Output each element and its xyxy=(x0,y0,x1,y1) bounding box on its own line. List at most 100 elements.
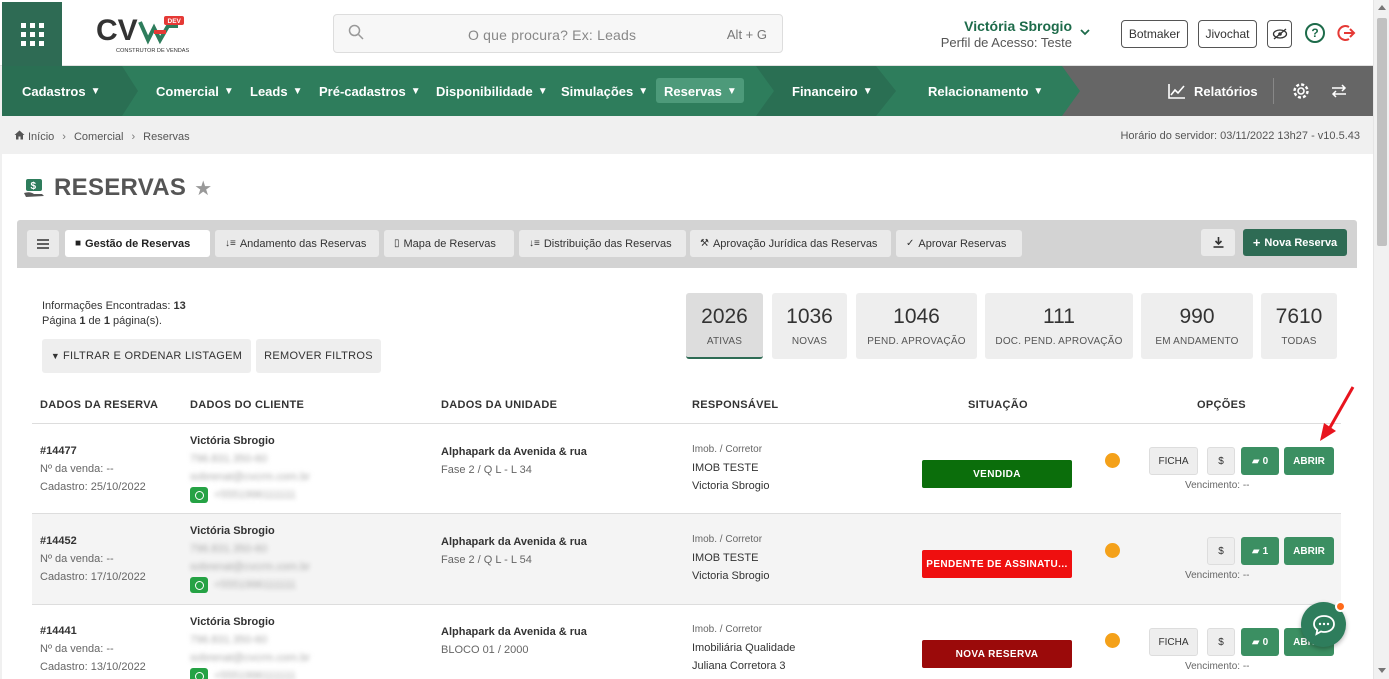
remove-filters-button[interactable]: REMOVER FILTROS xyxy=(256,339,381,373)
tab-aprovar-reservas[interactable]: ✓ Aprovar Reservas xyxy=(896,230,1022,257)
reserva-id[interactable]: #14441 xyxy=(40,622,146,640)
stat-pend-aprovacao[interactable]: 1046 PEND. APROVAÇÃO xyxy=(856,293,977,359)
stat-novas[interactable]: 1036 NOVAS xyxy=(772,293,847,359)
hamburger-menu-button[interactable] xyxy=(27,230,59,257)
apps-menu-button[interactable] xyxy=(2,2,62,66)
financial-button[interactable]: $ xyxy=(1207,537,1235,565)
breadcrumb: Início › Comercial › Reservas xyxy=(14,130,190,143)
tab-gestao-reservas[interactable]: ■ Gestão de Reservas xyxy=(65,230,210,257)
user-menu[interactable]: Victória Sbrogio Perfil de Acesso: Teste xyxy=(941,18,1072,50)
filter-order-button[interactable]: ▼ FILTRAR E ORDENAR LISTAGEM xyxy=(42,339,251,373)
svg-text:DEV: DEV xyxy=(168,18,182,25)
search-placeholder: O que procura? Ex: Leads xyxy=(468,27,637,43)
tab-mapa-reservas[interactable]: ▯ Mapa de Reservas xyxy=(384,230,514,257)
nav-relacionamento[interactable]: Relacionamento ▼ xyxy=(928,66,1043,116)
user-profile: Perfil de Acesso: Teste xyxy=(940,35,1072,50)
user-name: Victória Sbrogio xyxy=(964,18,1072,34)
comments-button[interactable]: ▰ 0 xyxy=(1241,447,1279,475)
help-icon[interactable]: ? xyxy=(1305,23,1325,43)
scroll-up-icon[interactable] xyxy=(1378,5,1386,10)
unit-name: Alphapark da Avenida & rua xyxy=(441,626,587,638)
financial-button[interactable]: $ xyxy=(1207,447,1235,475)
global-search[interactable]: O que procura? Ex: Leads Alt + G xyxy=(333,14,783,53)
chevron-down-icon: ▼ xyxy=(862,85,873,97)
tab-distribuicao-reservas[interactable]: ↓≡ Distribuição das Reservas xyxy=(519,230,686,257)
table-row: #14452 Nº da venda: -- Cadastro: 17/10/2… xyxy=(32,514,1341,604)
chevron-down-icon: ▼ xyxy=(537,85,548,97)
cv-logo[interactable]: CV DEV CONSTRUTOR DE VENDAS xyxy=(94,10,190,56)
nav-disponibilidade[interactable]: Disponibilidade ▼ xyxy=(436,66,548,116)
status-dot xyxy=(1105,453,1120,468)
hide-eye-button[interactable] xyxy=(1267,20,1292,48)
col-header-situacao: SITUAÇÃO xyxy=(968,399,1028,411)
comments-button[interactable]: ▰ 0 xyxy=(1241,628,1279,656)
chat-bubble-icon xyxy=(1312,614,1335,636)
grid-icon xyxy=(20,22,44,46)
breadcrumb-reservas[interactable]: Reservas xyxy=(143,131,189,143)
nav-relatorios[interactable]: Relatórios xyxy=(1168,66,1258,116)
status-badge: PENDENTE DE ASSINATU... xyxy=(922,550,1072,578)
chevron-down-icon: ▼ xyxy=(638,85,649,97)
botmaker-button[interactable]: Botmaker xyxy=(1121,20,1188,48)
ficha-button[interactable]: FICHA xyxy=(1149,628,1198,656)
breadcrumb-inicio[interactable]: Início xyxy=(28,131,54,143)
open-button[interactable]: ABRIR xyxy=(1284,447,1334,475)
stat-ativas[interactable]: 2026 ATIVAS xyxy=(686,293,763,359)
status-dot xyxy=(1105,543,1120,558)
whatsapp-icon[interactable] xyxy=(190,487,208,504)
page-title: $ RESERVAS ★ xyxy=(22,174,212,202)
reserva-id[interactable]: #14477 xyxy=(40,442,146,460)
status-badge: NOVA RESERVA xyxy=(922,640,1072,668)
top-header: CV DEV CONSTRUTOR DE VENDAS O que procur… xyxy=(0,0,1389,66)
comments-button[interactable]: ▰ 1 xyxy=(1241,537,1279,565)
sort-icon: ↓≡ xyxy=(529,238,540,249)
new-reserva-button[interactable]: + Nova Reserva xyxy=(1243,229,1347,256)
client-name: Victória Sbrogio xyxy=(190,525,275,537)
download-button[interactable] xyxy=(1201,229,1235,256)
bookmark-icon: ■ xyxy=(75,238,82,249)
stat-em-andamento[interactable]: 990 EM ANDAMENTO xyxy=(1141,293,1253,359)
nav-cadastros[interactable]: Cadastros ▼ xyxy=(22,66,100,116)
comment-icon: ▰ xyxy=(1251,636,1260,648)
stat-doc-pend-aprovacao[interactable]: 111 DOC. PEND. APROVAÇÃO xyxy=(985,293,1133,359)
main-nav: Cadastros ▼ Comercial ▼ Leads ▼ Pré-cadastr… xyxy=(2,66,1387,116)
swap-button[interactable] xyxy=(1330,66,1348,116)
nav-pre-cadastros[interactable]: Pré-cadastros ▼ xyxy=(319,66,421,116)
scroll-thumb[interactable] xyxy=(1377,18,1387,246)
chevron-down-icon: ▼ xyxy=(292,85,303,97)
col-header-reserva: DADOS DA RESERVA xyxy=(40,399,159,411)
nav-reservas[interactable]: Reservas ▼ xyxy=(664,66,737,116)
financial-button[interactable]: $ xyxy=(1207,628,1235,656)
chevron-down-icon: ▼ xyxy=(90,85,101,97)
ficha-button[interactable]: FICHA xyxy=(1149,447,1198,475)
favorite-star-icon[interactable]: ★ xyxy=(194,176,212,201)
gear-icon xyxy=(1293,83,1309,99)
chevron-down-icon[interactable] xyxy=(1080,25,1090,39)
nav-leads[interactable]: Leads ▼ xyxy=(250,66,302,116)
scroll-down-icon[interactable] xyxy=(1378,668,1386,673)
nav-simulacoes[interactable]: Simulações ▼ xyxy=(561,66,648,116)
whatsapp-icon[interactable] xyxy=(190,668,208,679)
nav-financeiro[interactable]: Financeiro ▼ xyxy=(792,66,873,116)
notification-dot xyxy=(1335,601,1346,612)
nav-comercial[interactable]: Comercial ▼ xyxy=(156,66,234,116)
reserva-id[interactable]: #14452 xyxy=(40,532,146,550)
breadcrumb-comercial[interactable]: Comercial xyxy=(74,131,124,143)
client-name: Victória Sbrogio xyxy=(190,616,275,628)
filter-icon: ▼ xyxy=(50,351,61,361)
jivochat-button[interactable]: Jivochat xyxy=(1198,20,1257,48)
map-icon: ▯ xyxy=(394,238,400,249)
table-row: #14441 Nº da venda: -- Cadastro: 13/10/2… xyxy=(32,605,1341,679)
svg-text:CONSTRUTOR DE VENDAS: CONSTRUTOR DE VENDAS xyxy=(116,48,190,54)
open-button[interactable]: ABRIR xyxy=(1284,537,1334,565)
whatsapp-icon[interactable] xyxy=(190,577,208,594)
tab-aprovacao-juridica[interactable]: ⚒ Aprovação Jurídica das Reservas xyxy=(690,230,891,257)
page-scrollbar[interactable] xyxy=(1373,0,1389,679)
client-name: Victória Sbrogio xyxy=(190,435,275,447)
tab-andamento-reservas[interactable]: ↓≡ Andamento das Reservas xyxy=(215,230,379,257)
chevron-right-icon: › xyxy=(62,130,66,143)
stat-todas[interactable]: 7610 TODAS xyxy=(1261,293,1337,359)
svg-text:CV: CV xyxy=(96,14,138,47)
logout-icon[interactable] xyxy=(1337,23,1357,43)
settings-button[interactable] xyxy=(1292,66,1310,116)
